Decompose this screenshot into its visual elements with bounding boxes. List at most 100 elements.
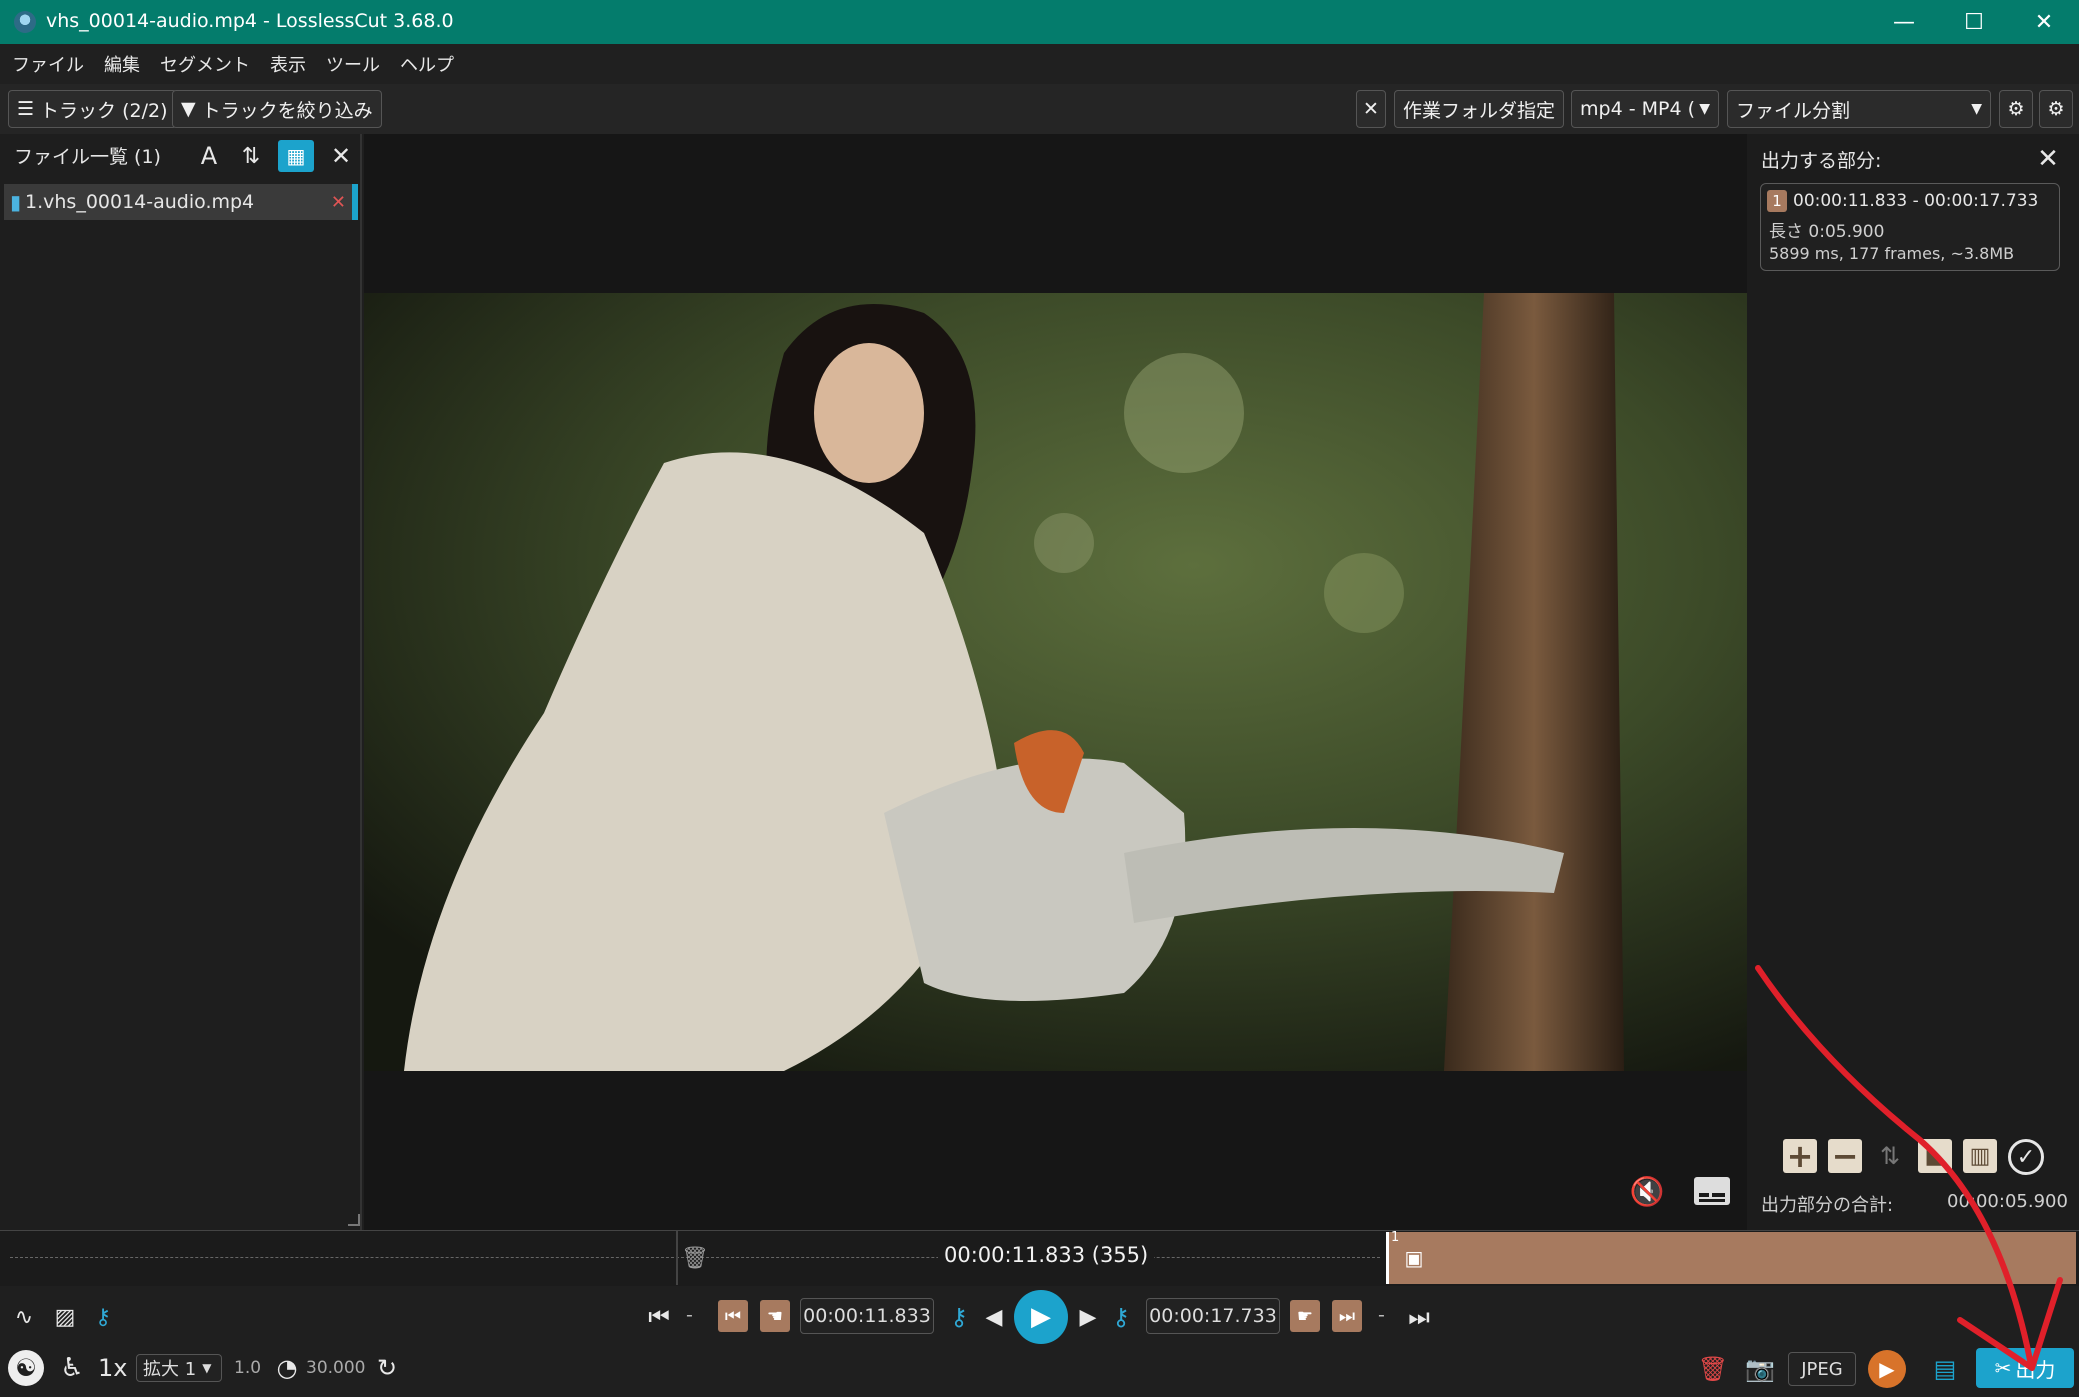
menu-segment[interactable]: セグメント [160,51,250,77]
file-list-panel: ファイル一覧 (1) A ⇅ ▦ ✕ ▮ 1.vhs_00014-audio.m… [0,134,362,1230]
delete-trash-icon[interactable]: 🗑 [1698,1352,1728,1386]
chevron-down-icon: ▼ [1971,101,1982,117]
tracks-button[interactable]: ☰ トラック (2/2) [8,90,177,128]
chevron-down-icon: ▼ [202,1361,212,1375]
segment-number: 1 [1391,1230,1400,1245]
working-dir-button[interactable]: 作業フォルダ指定 [1394,90,1565,128]
scissors-icon: ✂ [1994,1356,2012,1380]
maximize-button[interactable]: ☐ [1939,0,2009,44]
keyframe-back-icon[interactable]: ⚷ [942,1300,976,1334]
speedometer-icon: ◔ [276,1354,298,1382]
sort-alpha-icon[interactable]: A [194,140,224,172]
frame-back-icon[interactable]: ◀ [982,1300,1006,1334]
timeline-segment[interactable]: 1 ▣ [1386,1230,2076,1284]
jump-segment-end-icon[interactable]: ⏭ [1332,1300,1362,1332]
file-icon: ▮ [10,190,22,214]
minimize-button[interactable]: — [1869,0,1939,44]
segment-length: 長さ 0:05.900 [1769,222,1885,242]
start-time-input[interactable]: 00:00:11.833 [800,1298,934,1334]
split-segment-icon[interactable]: ▥ [1963,1139,1997,1173]
separator-dash: - [686,1304,693,1326]
tag-icon[interactable]: ◣ [1918,1139,1952,1173]
segment-index-badge: 1 [1767,190,1787,212]
zoom-value: 1.0 [234,1358,262,1378]
keyframe-forward-icon[interactable]: ⚷ [1104,1300,1138,1334]
jump-segment-start-icon[interactable]: ⏮ [718,1300,748,1332]
menu-tools[interactable]: ツール [326,51,380,77]
menu-view[interactable]: 表示 [270,51,306,77]
frame-forward-icon[interactable]: ▶ [1076,1300,1100,1334]
reorder-segments-icon[interactable]: ⇅ [1873,1139,1907,1173]
file-list-title: ファイル一覧 (1) [14,146,161,168]
calendar-icon[interactable]: ▤ [1928,1352,1962,1386]
accessibility-icon[interactable]: ♿ [54,1350,90,1386]
file-name: 1.vhs_00014-audio.mp4 [25,191,255,213]
remove-file-icon[interactable]: ✕ [331,192,346,213]
subtitles-icon[interactable] [1690,1171,1734,1211]
export-button[interactable]: ✂ 出力 [1976,1348,2074,1388]
segment-card[interactable]: 1 00:00:11.833 - 00:00:17.733 長さ 0:05.90… [1760,183,2060,271]
sort-order-icon[interactable]: ⇅ [236,140,266,172]
playback-controls: ∿ ▨ ⚷ ⏮ - ⏮ ☚ 00:00:11.833 ⚷ ◀ ▶ ▶ ⚷ 00:… [0,1286,2079,1397]
zoom-label: 拡大 1 [143,1359,197,1380]
yin-yang-icon[interactable]: ☯ [8,1350,44,1386]
mute-icon[interactable]: 🔇 [1622,1171,1672,1211]
rotate-icon[interactable]: ↻ [372,1352,402,1384]
menu-file[interactable]: ファイル [12,51,84,77]
zoom-select[interactable]: 拡大 1 ▼ [136,1354,222,1382]
close-panel-icon[interactable]: ✕ [326,140,356,172]
jump-start-icon[interactable]: ⏮ [644,1300,674,1334]
current-time: 00:00:11.833 (355) [938,1243,1155,1267]
preview-play-icon[interactable]: ▶ [1868,1350,1906,1388]
format-select[interactable]: mp4 - MP4 (M ▼ [1571,90,1719,128]
top-toolbar: ☰ トラック (2/2) ▼ トラックを絞り込み ✕ 作業フォルダ指定 mp4 … [0,84,2079,134]
filter-tracks-button[interactable]: ▼ トラックを絞り込み [172,90,382,128]
mode-select[interactable]: ファイル分割 ▼ [1727,90,1991,128]
add-segment-icon[interactable]: + [1783,1137,1817,1175]
mode-value: ファイル分割 [1736,99,1851,122]
segments-title: 出力する部分: [1761,150,1882,172]
segment-range-row: 1 00:00:11.833 - 00:00:17.733 [1767,190,2038,212]
trash-icon[interactable]: 🗑 [681,1243,709,1273]
segment-info: 5899 ms, 177 frames, ~3.8MB [1769,244,2015,263]
settings-gear-icon[interactable]: ⚙ [2039,90,2073,128]
segment-range: 00:00:11.833 - 00:00:17.733 [1793,191,2039,211]
thumbnails-icon[interactable]: ▨ [50,1300,80,1334]
waveform-icon[interactable]: ∿ [6,1300,42,1334]
resize-handle[interactable] [348,1214,360,1226]
list-icon: ☰ [17,98,35,120]
file-list-item[interactable]: ▮ 1.vhs_00014-audio.mp4 ✕ [4,184,358,220]
close-window-button[interactable]: ✕ [2009,0,2079,44]
camera-icon[interactable]: 📷 [1742,1352,1778,1386]
playback-speed[interactable]: 1x [98,1354,127,1382]
video-frame[interactable] [364,293,1747,1071]
segments-panel: 出力する部分: ✕ 出力部分の合計: 00:00:05.900 [1747,134,2079,1230]
batch-grid-icon[interactable]: ▦ [278,140,314,172]
jump-end-icon[interactable]: ⏭ [1404,1300,1434,1334]
tracks-label: トラック (2/2) [40,99,168,122]
menu-help[interactable]: ヘルプ [400,51,454,77]
play-button[interactable]: ▶ [1014,1290,1068,1344]
menu-bar: ファイル 編集 セグメント 表示 ツール ヘルプ [0,44,2079,84]
fps-value[interactable]: 30.000 [306,1358,365,1378]
app-icon [14,11,36,33]
separator-dash: - [1378,1304,1385,1326]
remove-segment-icon[interactable]: − [1828,1137,1862,1175]
format-value: mp4 - MP4 (M [1580,98,1695,120]
chevron-down-icon: ▼ [1699,101,1710,117]
set-end-hand-icon[interactable]: ☛ [1290,1300,1320,1332]
export-label: 出力 [2015,1357,2056,1382]
preferences-gear-icon[interactable]: ⚙ [1999,90,2033,128]
save-icon[interactable]: ▣ [1401,1244,1427,1272]
menu-edit[interactable]: 編集 [104,51,140,77]
capture-format-select[interactable]: JPEG [1788,1352,1856,1386]
total-label: 出力部分の合計: [1761,1195,1894,1216]
video-image [364,293,1747,1071]
set-start-hand-icon[interactable]: ☚ [760,1300,790,1332]
keyframes-key-icon[interactable]: ⚷ [88,1300,118,1334]
end-time-input[interactable]: 00:00:17.733 [1146,1298,1280,1334]
filter-tracks-label: トラックを絞り込み [201,99,373,122]
check-segments-icon[interactable]: ✓ [2008,1139,2044,1175]
clear-button[interactable]: ✕ [1356,90,1386,128]
close-panel-icon[interactable]: ✕ [2031,142,2065,176]
